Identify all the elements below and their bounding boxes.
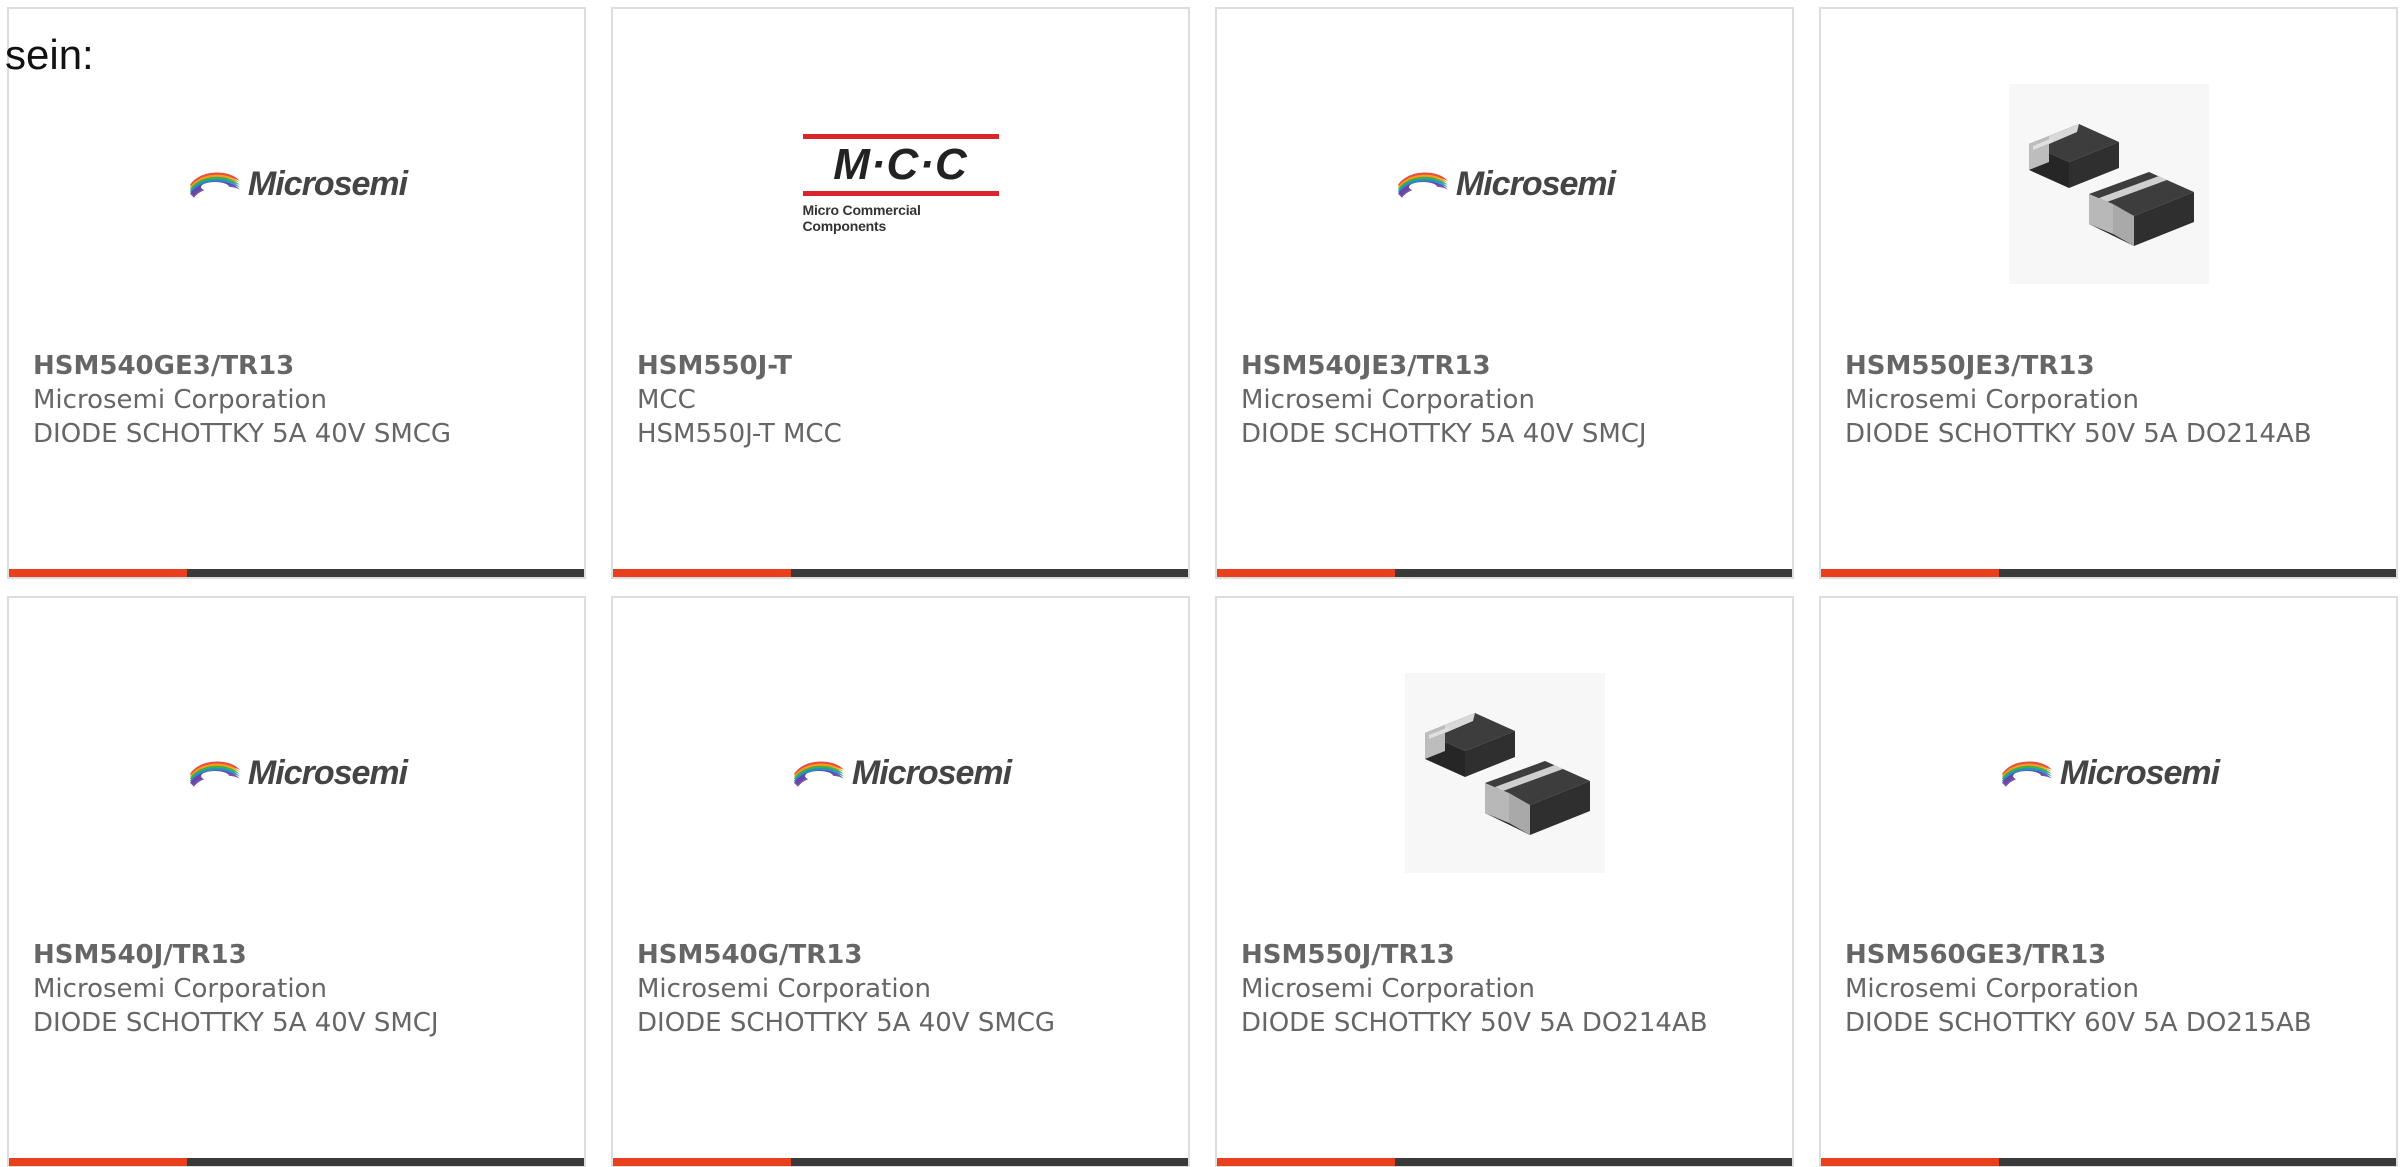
microsemi-logo-text: Microsemi (247, 753, 408, 792)
product-description: DIODE SCHOTTKY 50V 5A DO214AB (1845, 419, 2312, 449)
product-card[interactable]: HSM550J/TR13 Microsemi Corporation DIODE S… (1215, 596, 1794, 1167)
product-info: HSM540GE3/TR13 Microsemi Corporation DIODE… (33, 349, 564, 451)
product-image[interactable]: M·C·C Micro Commercial Components (613, 79, 1188, 289)
product-image[interactable] (1821, 79, 2396, 289)
product-card[interactable]: HSM550JE3/TR13 Microsemi Corporation DIODE… (1819, 7, 2398, 579)
card-bottom-bar (9, 569, 584, 577)
microsemi-logo-text: Microsemi (2059, 753, 2220, 792)
microsemi-swoosh-icon (189, 761, 240, 787)
microsemi-logo: Microsemi (186, 164, 408, 204)
card-bar-accent (9, 569, 188, 577)
part-number-link[interactable]: HSM540GE3/TR13 (33, 349, 564, 383)
card-bottom-bar (1217, 1158, 1792, 1166)
card-bar-accent (613, 569, 792, 577)
product-info: HSM550J-T MCC HSM550J-T MCC (637, 349, 1168, 451)
product-description: DIODE SCHOTTKY 50V 5A DO214AB (1241, 1008, 1708, 1038)
manufacturer-name: Microsemi Corporation (637, 974, 931, 1004)
product-card[interactable]: Microsemi HSM540JE3/TR13 Microsemi Corpora… (1215, 7, 1794, 579)
mcc-logo-text: M·C·C (833, 140, 968, 189)
product-grid: Microsemi HSM540GE3/TR13 Microsemi Corpora… (7, 7, 2398, 1167)
product-card[interactable]: Microsemi HSM540GE3/TR13 Microsemi Corpora… (7, 7, 586, 579)
part-number-link[interactable]: HSM540J/TR13 (33, 938, 564, 972)
product-image[interactable]: Microsemi (1821, 668, 2396, 878)
card-bottom-bar (1217, 569, 1792, 577)
part-number-link[interactable]: HSM540G/TR13 (637, 938, 1168, 972)
microsemi-swoosh-icon (793, 761, 844, 787)
card-bar-accent (1821, 1158, 2000, 1166)
product-description: DIODE SCHOTTKY 5A 40V SMCJ (1241, 419, 1647, 449)
card-bar-accent (613, 1158, 792, 1166)
card-bottom-bar (1821, 569, 2396, 577)
smd-diode-photo (2008, 84, 2209, 284)
page: sein: Microsemi HSM540GE3/TR13 Microsemi C… (0, 0, 2400, 1167)
microsemi-logo: Microsemi (186, 753, 408, 793)
product-info: HSM540JE3/TR13 Microsemi Corporation DIODE… (1241, 349, 1772, 451)
microsemi-logo: Microsemi (1394, 164, 1616, 204)
product-image[interactable]: Microsemi (613, 668, 1188, 878)
microsemi-logo-text: Microsemi (247, 164, 408, 203)
product-info: HSM540G/TR13 Microsemi Corporation DIODE S… (637, 938, 1168, 1040)
product-image[interactable] (1217, 668, 1792, 878)
product-card[interactable]: Microsemi HSM560GE3/TR13 Microsemi Corpora… (1819, 596, 2398, 1167)
mcc-logo: M·C·C Micro Commercial Components (802, 134, 999, 234)
product-info: HSM560GE3/TR13 Microsemi Corporation DIODE… (1845, 938, 2376, 1040)
product-card[interactable]: Microsemi HSM540J/TR13 Microsemi Corporati… (7, 596, 586, 1167)
card-bottom-bar (613, 569, 1188, 577)
card-bar-accent (1821, 569, 2000, 577)
microsemi-logo-text: Microsemi (1455, 164, 1616, 203)
card-bottom-bar (613, 1158, 1188, 1166)
microsemi-swoosh-icon (2001, 761, 2052, 787)
product-card[interactable]: M·C·C Micro Commercial Components HSM550J-… (611, 7, 1190, 579)
product-image[interactable]: Microsemi (9, 79, 584, 289)
product-info: HSM550JE3/TR13 Microsemi Corporation DIODE… (1845, 349, 2376, 451)
mcc-logo-subtext: Micro Commercial Components (802, 202, 921, 234)
microsemi-swoosh-icon (1397, 172, 1448, 198)
card-bottom-bar (1821, 1158, 2396, 1166)
microsemi-logo: Microsemi (790, 753, 1012, 793)
microsemi-swoosh-icon (189, 172, 240, 198)
manufacturer-name: Microsemi Corporation (1241, 385, 1535, 415)
card-bar-accent (1217, 569, 1396, 577)
intro-text: sein: (5, 31, 94, 78)
mcc-bottom-rule (802, 191, 999, 196)
part-number-link[interactable]: HSM560GE3/TR13 (1845, 938, 2376, 972)
manufacturer-name: Microsemi Corporation (1845, 385, 2139, 415)
product-description: DIODE SCHOTTKY 5A 40V SMCJ (33, 1008, 439, 1038)
microsemi-logo: Microsemi (1998, 753, 2220, 793)
part-number-link[interactable]: HSM550J-T (637, 349, 1168, 383)
product-description: DIODE SCHOTTKY 5A 40V SMCG (637, 1008, 1056, 1038)
product-description: DIODE SCHOTTKY 5A 40V SMCG (33, 419, 452, 449)
card-bottom-bar (9, 1158, 584, 1166)
part-number-link[interactable]: HSM550JE3/TR13 (1845, 349, 2376, 383)
product-image[interactable]: Microsemi (9, 668, 584, 878)
part-number-link[interactable]: HSM550J/TR13 (1241, 938, 1772, 972)
card-bar-accent (9, 1158, 188, 1166)
product-info: HSM550J/TR13 Microsemi Corporation DIODE S… (1241, 938, 1772, 1040)
product-description: DIODE SCHOTTKY 60V 5A DO215AB (1845, 1008, 2312, 1038)
microsemi-logo-text: Microsemi (851, 753, 1012, 792)
product-card[interactable]: Microsemi HSM540G/TR13 Microsemi Corporati… (611, 596, 1190, 1167)
smd-diode-photo (1404, 673, 1605, 873)
product-info: HSM540J/TR13 Microsemi Corporation DIODE S… (33, 938, 564, 1040)
product-image[interactable]: Microsemi (1217, 79, 1792, 289)
card-bar-accent (1217, 1158, 1396, 1166)
manufacturer-name: Microsemi Corporation (1845, 974, 2139, 1004)
part-number-link[interactable]: HSM540JE3/TR13 (1241, 349, 1772, 383)
manufacturer-name: Microsemi Corporation (33, 385, 327, 415)
manufacturer-name: Microsemi Corporation (33, 974, 327, 1004)
manufacturer-name: MCC (637, 385, 696, 415)
manufacturer-name: Microsemi Corporation (1241, 974, 1535, 1004)
product-description: HSM550J-T MCC (637, 419, 842, 449)
